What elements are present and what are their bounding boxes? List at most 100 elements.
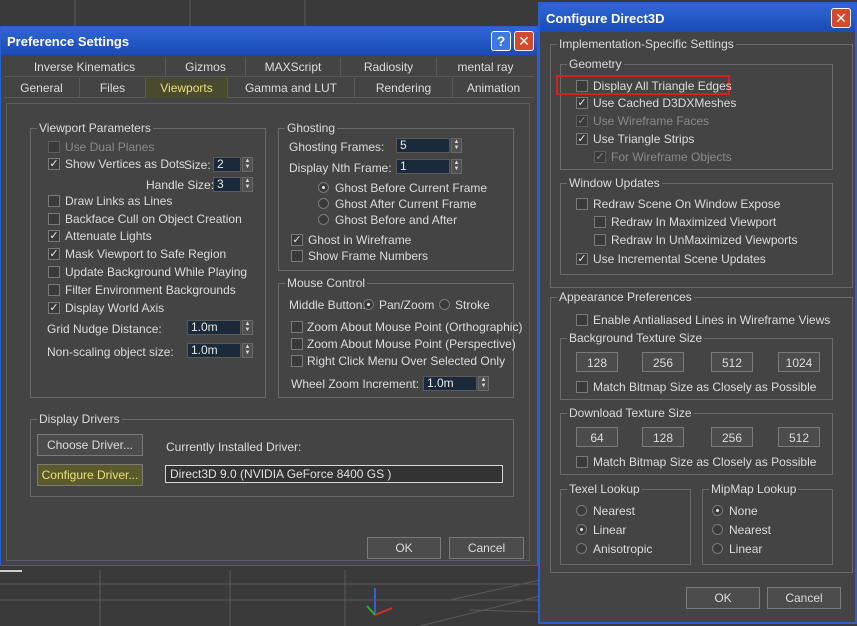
redraw-unmaximized-checkbox[interactable] <box>594 234 606 246</box>
wheel-zoom-field[interactable]: 1.0m <box>423 376 477 391</box>
size-field[interactable]: 2 <box>213 157 241 172</box>
non-scaling-field[interactable]: 1.0m <box>187 343 241 358</box>
ghosting-frames-arrows[interactable]: ▲ ▼ <box>451 138 462 153</box>
dl-size-256-button[interactable]: 256 <box>711 427 753 447</box>
dl-match-checkbox[interactable] <box>576 456 588 468</box>
ghosting-frames-spinner[interactable]: 5 ▲ ▼ <box>396 138 462 153</box>
preferences-cancel-button[interactable]: Cancel <box>449 537 524 559</box>
ghost-wireframe-checkbox[interactable]: ✓ <box>291 234 303 246</box>
tab-inverse-kinematics[interactable]: Inverse Kinematics <box>4 57 166 77</box>
tab-animation[interactable]: Animation <box>453 78 534 98</box>
help-button[interactable]: ? <box>491 31 511 51</box>
texel-aniso-radio[interactable] <box>576 543 587 554</box>
texel-nearest-label: Nearest <box>593 504 636 518</box>
mip-nearest-label: Nearest <box>729 523 772 537</box>
mip-nearest-radio[interactable] <box>712 524 723 535</box>
use-triangle-strips-label: Use Triangle Strips <box>593 132 695 146</box>
tab-rendering[interactable]: Rendering <box>355 78 453 98</box>
incremental-updates-checkbox[interactable]: ✓ <box>576 253 588 265</box>
tab-viewports[interactable]: Viewports <box>146 78 228 98</box>
wheel-zoom-spinner[interactable]: 1.0m ▲ ▼ <box>423 376 489 391</box>
tab-radiosity[interactable]: Radiosity <box>341 57 437 77</box>
handle-size-field[interactable]: 3 <box>213 177 241 192</box>
pan-zoom-radio[interactable] <box>363 299 374 310</box>
mask-viewport-checkbox[interactable]: ✓ <box>48 248 60 260</box>
nth-frame-arrows[interactable]: ▲ ▼ <box>451 159 462 174</box>
dl-size-128-button[interactable]: 128 <box>642 427 684 447</box>
tab-mental-ray[interactable]: mental ray <box>437 57 534 77</box>
show-frame-numbers-checkbox[interactable] <box>291 250 303 262</box>
nth-frame-field[interactable]: 1 <box>396 159 450 174</box>
size-spinner-arrows[interactable]: ▲ ▼ <box>242 157 253 172</box>
ghost-wireframe-label: Ghost in Wireframe <box>308 233 412 247</box>
texel-nearest-radio[interactable] <box>576 505 587 516</box>
preferences-ok-button[interactable]: OK <box>367 537 441 559</box>
bg-size-128-button[interactable]: 128 <box>576 352 618 372</box>
texel-linear-radio[interactable] <box>576 524 587 535</box>
redraw-maximized-checkbox[interactable] <box>594 216 606 228</box>
right-click-checkbox[interactable] <box>291 355 303 367</box>
stroke-radio[interactable] <box>439 299 450 310</box>
preference-titlebar: Preference Settings <box>1 27 537 55</box>
use-dual-planes-checkbox[interactable] <box>48 141 60 153</box>
zoom-persp-checkbox[interactable] <box>291 338 303 350</box>
ghosting-frames-field[interactable]: 5 <box>396 138 450 153</box>
grid-nudge-field[interactable]: 1.0m <box>187 320 241 335</box>
dl-size-512-button[interactable]: 512 <box>778 427 820 447</box>
bg-size-512-button[interactable]: 512 <box>711 352 753 372</box>
grid-nudge-spinner[interactable]: 1.0m ▲ ▼ <box>187 320 253 335</box>
configure-driver-button[interactable]: Configure Driver... <box>37 464 143 486</box>
ghost-after-radio[interactable] <box>318 198 329 209</box>
bg-match-checkbox[interactable] <box>576 381 588 393</box>
display-world-axis-checkbox[interactable]: ✓ <box>48 302 60 314</box>
grid-nudge-spinner-arrows[interactable]: ▲ ▼ <box>242 320 253 335</box>
nth-frame-spinner[interactable]: 1 ▲ ▼ <box>396 159 462 174</box>
close-button[interactable]: ✕ <box>514 31 534 51</box>
geometry-title: Geometry <box>567 57 624 71</box>
bg-size-256-button[interactable]: 256 <box>642 352 684 372</box>
show-vertices-checkbox[interactable]: ✓ <box>48 158 60 170</box>
direct3d-close-button[interactable]: ✕ <box>831 8 851 28</box>
zoom-ortho-label: Zoom About Mouse Point (Orthographic) <box>307 320 523 334</box>
tab-gizmos[interactable]: Gizmos <box>166 57 246 77</box>
nth-frame-label: Display Nth Frame: <box>289 161 392 175</box>
filter-env-checkbox[interactable] <box>48 284 60 296</box>
wheel-zoom-arrows[interactable]: ▲ ▼ <box>478 376 489 391</box>
non-scaling-spinner[interactable]: 1.0m ▲ ▼ <box>187 343 253 358</box>
impl-settings-title: Implementation-Specific Settings <box>557 37 736 51</box>
tab-gamma-lut[interactable]: Gamma and LUT <box>228 78 355 98</box>
tab-files[interactable]: Files <box>80 78 146 98</box>
mip-none-label: None <box>729 504 758 518</box>
handle-size-spinner[interactable]: 3 ▲ ▼ <box>213 177 253 192</box>
dl-size-64-button[interactable]: 64 <box>576 427 618 447</box>
bg-size-1024-button[interactable]: 1024 <box>778 352 820 372</box>
direct3d-ok-button[interactable]: OK <box>686 587 760 609</box>
choose-driver-button[interactable]: Choose Driver... <box>37 434 143 456</box>
update-background-label: Update Background While Playing <box>65 265 248 279</box>
tab-maxscript[interactable]: MAXScript <box>246 57 341 77</box>
use-wireframe-faces-checkbox[interactable]: ✓ <box>576 115 588 127</box>
draw-links-checkbox[interactable] <box>48 195 60 207</box>
redraw-expose-checkbox[interactable] <box>576 198 588 210</box>
texel-lookup-title: Texel Lookup <box>567 482 642 496</box>
non-scaling-spinner-arrows[interactable]: ▲ ▼ <box>242 343 253 358</box>
ghost-before-after-radio[interactable] <box>318 214 329 225</box>
use-cached-checkbox[interactable]: ✓ <box>576 97 588 109</box>
mip-none-radio[interactable] <box>712 505 723 516</box>
antialiased-checkbox[interactable] <box>576 314 588 326</box>
attenuate-lights-checkbox[interactable]: ✓ <box>48 230 60 242</box>
mip-linear-label: Linear <box>729 542 763 556</box>
tab-general[interactable]: General <box>4 78 80 98</box>
direct3d-cancel-button[interactable]: Cancel <box>767 587 841 609</box>
for-wireframe-objects-checkbox[interactable]: ✓ <box>594 151 606 163</box>
display-all-edges-checkbox[interactable] <box>576 80 588 92</box>
use-triangle-strips-checkbox[interactable]: ✓ <box>576 133 588 145</box>
ghost-before-radio[interactable] <box>318 182 329 193</box>
size-spinner[interactable]: 2 ▲ ▼ <box>213 157 253 172</box>
direct3d-title: Configure Direct3D <box>546 11 665 26</box>
handle-size-spinner-arrows[interactable]: ▲ ▼ <box>242 177 253 192</box>
update-background-checkbox[interactable] <box>48 266 60 278</box>
zoom-ortho-checkbox[interactable] <box>291 321 303 333</box>
mip-linear-radio[interactable] <box>712 543 723 554</box>
backface-cull-checkbox[interactable] <box>48 213 60 225</box>
